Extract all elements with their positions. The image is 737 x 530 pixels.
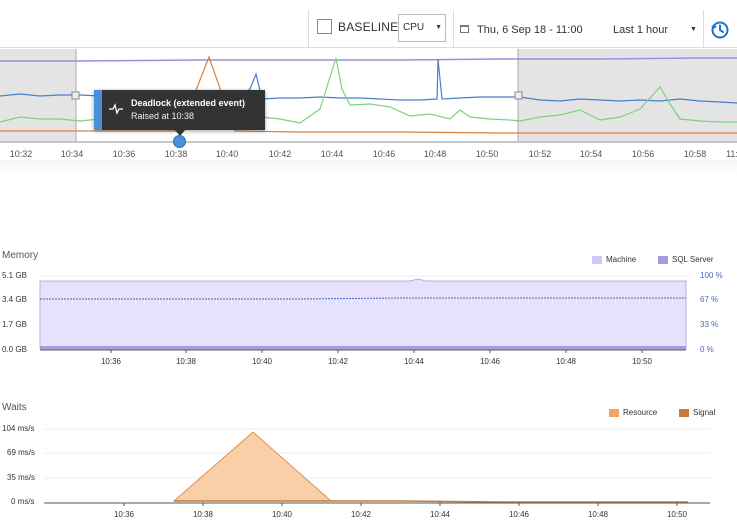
range-left-handle[interactable] bbox=[71, 91, 80, 100]
overview-tick-label: 10:38 bbox=[164, 149, 188, 159]
memory-legend-sql-server[interactable]: SQL Server bbox=[658, 255, 714, 264]
waits-x-label: 10:48 bbox=[587, 510, 609, 519]
tooltip-accent bbox=[94, 90, 102, 130]
toolbar-divider bbox=[703, 10, 704, 48]
overview-tick-label: 10:48 bbox=[423, 149, 447, 159]
tooltip-title: Deadlock (extended event) bbox=[131, 98, 246, 108]
metric-select[interactable]: CPU ▼ bbox=[398, 14, 446, 42]
overview-tick-label: 10:50 bbox=[475, 149, 499, 159]
overview-tick-label: 10:52 bbox=[528, 149, 552, 159]
memory-x-label: 10:40 bbox=[251, 357, 273, 366]
memory-x-label: 10:48 bbox=[555, 357, 577, 366]
time-range-select[interactable]: Last 1 hour bbox=[613, 24, 668, 36]
memory-legend-machine[interactable]: Machine bbox=[592, 255, 636, 264]
deadlock-event-marker[interactable] bbox=[173, 135, 186, 148]
memory-chart[interactable] bbox=[0, 270, 737, 355]
waits-title: Waits bbox=[2, 402, 27, 413]
legend-swatch bbox=[679, 408, 689, 417]
toolbar-divider bbox=[453, 10, 454, 48]
tooltip-subtitle: Raised at 10:38 bbox=[131, 111, 195, 121]
overview-tick-label: 10:56 bbox=[631, 149, 655, 159]
range-right-handle[interactable] bbox=[514, 91, 523, 100]
overview-tick-label: 10:32 bbox=[9, 149, 33, 159]
waits-chart[interactable] bbox=[0, 425, 737, 510]
chevron-down-icon: ▼ bbox=[435, 24, 442, 31]
pulse-icon bbox=[109, 103, 123, 117]
memory-title: Memory bbox=[2, 250, 39, 261]
overview-tick-label: 10:58 bbox=[683, 149, 707, 159]
overview-tick-label: 11: bbox=[726, 149, 737, 159]
overview-shadow bbox=[0, 160, 737, 180]
legend-label: Resource bbox=[623, 408, 658, 417]
metric-select-value: CPU bbox=[403, 22, 425, 33]
legend-label: Signal bbox=[693, 408, 716, 417]
memory-x-label: 10:42 bbox=[327, 357, 349, 366]
waits-x-label: 10:40 bbox=[271, 510, 293, 519]
legend-label: Machine bbox=[606, 255, 637, 264]
legend-swatch bbox=[658, 255, 668, 264]
legend-swatch bbox=[609, 408, 619, 417]
overview-tick-label: 10:40 bbox=[215, 149, 239, 159]
waits-legend-resource[interactable]: Resource bbox=[609, 408, 657, 417]
toolbar: BASELINE CPU ▼ Thu, 6 Sep 18 - 11:00 Las… bbox=[0, 0, 737, 48]
waits-signal-line bbox=[174, 500, 688, 503]
baseline-label: BASELINE bbox=[338, 19, 399, 34]
waits-x-label: 10:50 bbox=[666, 510, 688, 519]
overview-tick-label: 10:54 bbox=[579, 149, 603, 159]
overview-tick-label: 10:42 bbox=[268, 149, 292, 159]
waits-x-label: 10:42 bbox=[350, 510, 372, 519]
memory-x-label: 10:44 bbox=[403, 357, 425, 366]
memory-x-label: 10:50 bbox=[631, 357, 653, 366]
waits-x-label: 10:38 bbox=[192, 510, 214, 519]
baseline-checkbox[interactable] bbox=[317, 19, 332, 34]
memory-x-label: 10:46 bbox=[479, 357, 501, 366]
legend-label: SQL Server bbox=[672, 255, 714, 264]
overview-tick-label: 10:34 bbox=[60, 149, 84, 159]
memory-sql-server-area bbox=[40, 346, 686, 349]
overview-axis bbox=[0, 141, 737, 143]
waits-x-label: 10:36 bbox=[113, 510, 135, 519]
memory-machine-area bbox=[39, 278, 687, 350]
event-tooltip: Deadlock (extended event) Raised at 10:3… bbox=[94, 90, 265, 130]
chevron-down-icon[interactable]: ▼ bbox=[690, 26, 697, 33]
waits-x-label: 10:44 bbox=[429, 510, 451, 519]
baseline-toggle[interactable]: BASELINE bbox=[317, 19, 398, 34]
history-clock-icon[interactable] bbox=[710, 20, 730, 40]
waits-resource-area bbox=[172, 431, 333, 502]
memory-x-label: 10:38 bbox=[175, 357, 197, 366]
overview-tick-label: 10:36 bbox=[112, 149, 136, 159]
overview-tick-label: 10:46 bbox=[372, 149, 396, 159]
overview-unselected-right bbox=[518, 49, 737, 141]
toolbar-divider bbox=[308, 10, 309, 48]
calendar-icon[interactable] bbox=[460, 25, 469, 33]
legend-swatch bbox=[592, 255, 602, 264]
waits-x-label: 10:46 bbox=[508, 510, 530, 519]
overview-tick-label: 10:44 bbox=[320, 149, 344, 159]
memory-x-label: 10:36 bbox=[100, 357, 122, 366]
date-picker[interactable]: Thu, 6 Sep 18 - 11:00 bbox=[477, 24, 583, 36]
waits-legend-signal[interactable]: Signal bbox=[679, 408, 715, 417]
